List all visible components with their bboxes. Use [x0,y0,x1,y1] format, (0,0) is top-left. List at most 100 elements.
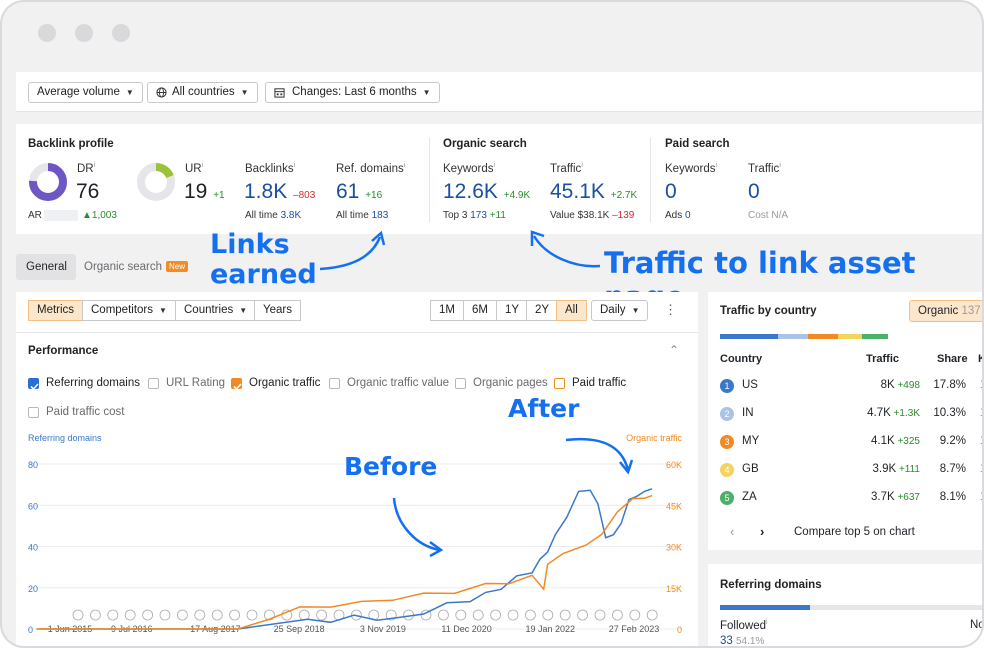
paid-traffic-value[interactable]: 0 [748,180,760,204]
left-tick-label: 80 [28,460,38,470]
checkbox-label-6[interactable]: Paid traffic cost [46,406,124,418]
checkbox-label-3[interactable]: Organic traffic value [347,377,449,389]
rank-badge: 2 [720,407,734,421]
google-update-marker [612,609,623,621]
organic-search-title: Organic search [443,138,527,150]
right-tick-label: 45K [666,501,682,511]
backlinks-value-group[interactable]: 1.8K –803 [244,180,315,204]
checkbox-label-4[interactable]: Organic pages [473,377,548,389]
country-share-bar [720,334,888,339]
google-update-marker [316,609,328,621]
window-close-dot[interactable] [38,24,56,42]
backlink-profile-title: Backlink profile [28,138,114,150]
tab-organic-search[interactable]: Organic search New [84,261,188,273]
checkbox-3[interactable] [329,378,340,389]
google-update-marker [490,609,502,621]
cost-stat: Cost N/A [748,210,789,221]
followed-stat: 33 54.1% [720,635,765,647]
changes-dropdown[interactable]: Changes: Last 6 months ▼ [265,82,440,103]
nofollow-label: No [970,619,984,631]
checkbox-label-5[interactable]: Paid traffic [572,377,626,389]
col-k: K [978,353,982,365]
compare-top5-link[interactable]: Compare top 5 on chart [794,526,915,538]
ur-label: URi [185,162,204,175]
organic-traffic-group[interactable]: 45.1K +2.7K [550,180,637,204]
left-axis-label: Referring domains [28,433,102,443]
country-name[interactable]: MY [742,435,759,447]
interval-dropdown[interactable]: Daily ▼ [591,300,649,321]
google-update-marker [455,609,467,621]
collapse-chevron-icon[interactable]: ⌃ [669,343,679,357]
ur-change: +1 [213,190,225,201]
more-options-icon[interactable]: ⋮ [664,302,677,318]
right-tick-label: 0 [677,625,682,635]
country-traffic-change: +498 [894,380,920,391]
traffic-by-country-title: Traffic by country [720,305,817,317]
rank-badge: 1 [720,379,734,393]
google-update-marker [229,609,241,621]
traffic-value-stat: Value $38.1K –139 [550,210,635,221]
google-update-marker [542,609,554,621]
country-name[interactable]: IN [742,407,754,419]
checkbox-2[interactable] [231,378,242,391]
competitors-dropdown[interactable]: Competitors ▼ [82,300,176,321]
window-maximize-dot[interactable] [112,24,130,42]
google-update-marker [142,609,154,621]
checkbox-label-0[interactable]: Referring domains [46,377,140,389]
paid-search-title: Paid search [665,138,730,150]
checkbox-label-2[interactable]: Organic traffic [249,377,320,389]
checkbox-0[interactable] [28,378,39,391]
range-1m-button[interactable]: 1M [430,300,464,321]
followed-bar-fill [720,605,811,610]
country-name[interactable]: ZA [742,491,757,503]
google-update-marker [90,609,101,621]
x-tick-label: 3 Nov 2019 [360,624,406,634]
checkbox-6[interactable] [28,407,39,418]
col-share: Share [937,353,968,365]
country-traffic: 3.9K [872,463,897,475]
country-traffic: 4.7K [867,407,891,419]
rank-badge: 5 [720,491,734,505]
globe-icon [156,87,167,98]
volume-dropdown[interactable]: Average volume ▼ [28,82,143,103]
years-button[interactable]: Years [254,300,301,321]
tab-general[interactable]: General [26,261,67,273]
country-name[interactable]: US [742,379,758,391]
organic-badge[interactable]: Organic 137 [909,300,982,322]
top3-stat: Top 3 173 +11 [443,210,506,221]
next-page-icon[interactable]: › [760,524,764,539]
country-name[interactable]: GB [742,463,759,475]
country-share: 9.2% [939,435,966,447]
countries-filter-dropdown[interactable]: Countries ▼ [175,300,257,321]
prev-page-icon[interactable]: ‹ [730,524,734,539]
metrics-button[interactable]: Metrics [28,300,84,321]
ar-label: AR [28,210,42,221]
refdomains-value-group[interactable]: 61 +16 [336,180,382,204]
checkbox-5[interactable] [554,378,565,389]
left-tick-label: 0 [28,625,33,635]
range-all-button[interactable]: All [556,300,587,321]
country-k: 1 [980,379,982,391]
organic-keywords-group[interactable]: 12.6K +4.9K [443,180,530,204]
country-bar-segment [720,334,778,339]
google-update-marker [107,609,119,621]
countries-dropdown[interactable]: All countries ▼ [147,82,258,103]
google-update-marker [176,609,188,621]
range-2y-button[interactable]: 2Y [526,300,559,321]
country-traffic-change: +637 [894,492,920,503]
checkbox-4[interactable] [455,378,466,389]
paid-keywords-value[interactable]: 0 [665,180,677,204]
checkbox-label-1[interactable]: URL Rating [166,377,225,389]
organic-traffic-change: +2.7K [610,190,638,201]
right-tick-label: 15K [666,584,682,594]
chevron-down-icon: ▼ [240,88,249,97]
checkbox-1[interactable] [148,378,159,389]
annotation-links-line2: earned [210,259,317,290]
range-6m-button[interactable]: 6M [463,300,497,321]
range-1y-button[interactable]: 1Y [496,300,529,321]
country-traffic: 8K [880,379,895,391]
right-axis-label: Organic traffic [626,433,682,443]
ar-value-redacted [44,210,78,221]
followed-bar-track [720,605,982,610]
window-minimize-dot[interactable] [75,24,93,42]
